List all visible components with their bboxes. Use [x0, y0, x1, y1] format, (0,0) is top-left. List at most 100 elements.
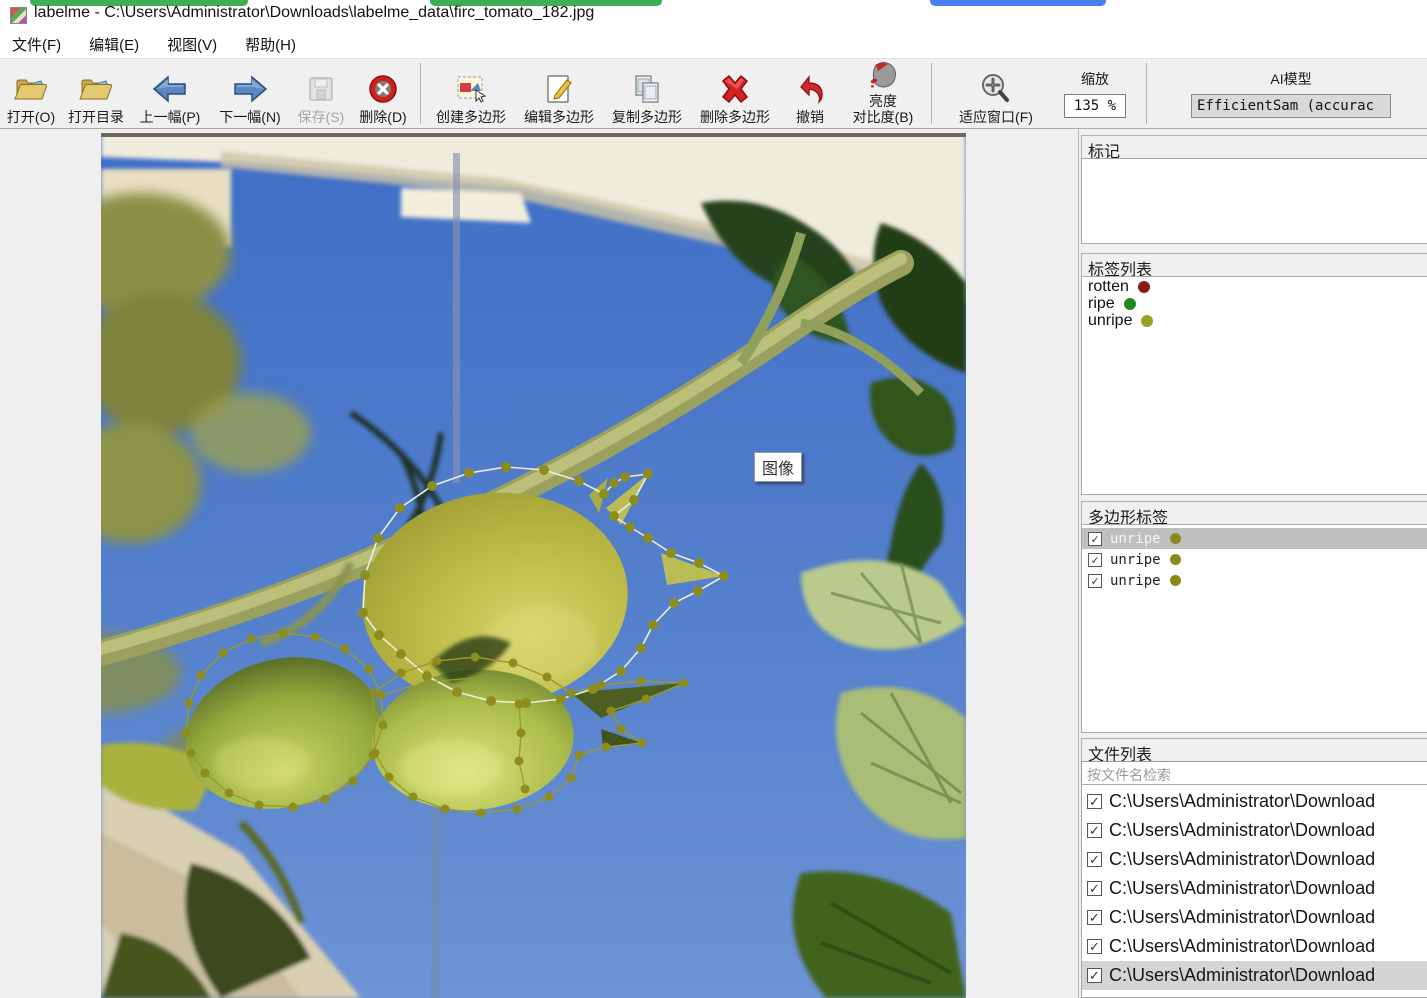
flags-panel-title: 标记 [1081, 135, 1427, 161]
file-path: C:\Users\Administrator\Download [1109, 936, 1376, 956]
zoom-control: 缩放 135 % [1056, 59, 1134, 128]
toolbar-label: 对比度(B) [852, 109, 914, 125]
menu-view[interactable]: 视图(V) [157, 31, 227, 58]
checkbox-checked[interactable]: ✓ [1087, 881, 1102, 896]
open-dir-icon [78, 69, 114, 109]
prev-image-button[interactable]: 上一幅(P) [130, 59, 210, 128]
next-image-button[interactable]: 下一幅(N) [210, 59, 290, 128]
toolbar-separator [420, 63, 421, 124]
undo-button[interactable]: 撤销 [779, 59, 841, 128]
edit-polygon-button[interactable]: 编辑多边形 [515, 59, 603, 128]
menu-edit[interactable]: 编辑(E) [79, 31, 149, 58]
checkbox-checked[interactable]: ✓ [1087, 794, 1102, 809]
toolbar-label: 删除多边形 [700, 109, 770, 125]
label-list[interactable]: rotten ripe unripe [1081, 276, 1427, 495]
flags-list[interactable] [1081, 158, 1427, 244]
zoom-label: 缩放 [1081, 71, 1109, 87]
delete-file-button[interactable]: 删除(D) [352, 59, 414, 128]
menu-file[interactable]: 文件(F) [2, 31, 71, 58]
polygon-color-dot [1169, 575, 1181, 586]
file-list-panel-title: 文件列表 [1081, 738, 1427, 764]
brightness-contrast-button[interactable]: 亮度 对比度(B) [841, 59, 925, 128]
polygon-label-row[interactable]: ✓ unripe [1082, 528, 1427, 549]
file-row[interactable]: ✓ C:\Users\Administrator\Download [1082, 903, 1427, 932]
label-item-unripe[interactable]: unripe [1082, 312, 1427, 329]
screen-artifact-blue [930, 0, 1106, 6]
toolbar-separator [1146, 63, 1147, 124]
toolbar-label: 创建多边形 [436, 109, 506, 125]
toolbar-label: 撤销 [796, 109, 824, 125]
open-dir-button[interactable]: 打开目录 [62, 59, 130, 128]
checkbox-checked[interactable]: ✓ [1087, 968, 1102, 983]
polygon-color-dot [1169, 554, 1181, 565]
file-list[interactable]: ✓ C:\Users\Administrator\Download ✓ C:\U… [1081, 784, 1427, 998]
polygon-labels-panel-title: 多边形标签 [1081, 501, 1427, 527]
polygon-label-text: unripe [1110, 551, 1161, 568]
checkbox-checked[interactable]: ✓ [1087, 852, 1102, 867]
label-name: unripe [1088, 311, 1133, 329]
checkbox-checked[interactable]: ✓ [1088, 552, 1102, 567]
delete-polygon-button[interactable]: 删除多边形 [691, 59, 779, 128]
file-search-input[interactable]: 按文件名检索 [1081, 761, 1427, 784]
file-row[interactable]: ✓ C:\Users\Administrator\Download [1082, 787, 1427, 816]
file-row[interactable]: ✓ C:\Users\Administrator\Download [1082, 816, 1427, 845]
checkbox-checked[interactable]: ✓ [1087, 823, 1102, 838]
checkbox-checked[interactable]: ✓ [1088, 573, 1102, 588]
toolbar-label: 打开目录 [68, 109, 124, 125]
toolbar: 打开(O) 打开目录 上一幅(P) 下一幅(N) 保存(S) 删除(D) 创建多… [0, 58, 1427, 129]
label-color-dot [1123, 297, 1136, 310]
checkbox-checked[interactable]: ✓ [1088, 531, 1102, 546]
checkbox-checked[interactable]: ✓ [1087, 910, 1102, 925]
file-path: C:\Users\Administrator\Download [1109, 907, 1376, 927]
undo-icon [793, 69, 827, 109]
polygon-label-row[interactable]: ✓ unripe [1082, 570, 1427, 591]
file-row[interactable]: ✓ C:\Users\Administrator\Download [1082, 845, 1427, 874]
toolbar-label: 适应窗口(F) [959, 109, 1033, 125]
canvas-area: 图像 [0, 129, 1078, 998]
save-button[interactable]: 保存(S) [290, 59, 352, 128]
polygon-color-dot [1169, 533, 1181, 544]
duplicate-polygon-button[interactable]: 复制多边形 [603, 59, 691, 128]
delete-icon [367, 69, 399, 109]
file-row[interactable]: ✓ C:\Users\Administrator\Download [1082, 932, 1427, 961]
fit-window-button[interactable]: 适应窗口(F) [946, 59, 1046, 128]
duplicate-polygon-icon [631, 69, 663, 109]
annotation-canvas[interactable]: 图像 [21, 133, 966, 998]
toolbar-label: 上一幅(P) [139, 109, 201, 125]
save-icon [306, 69, 336, 109]
menu-bar: 文件(F) 编辑(E) 视图(V) 帮助(H) [0, 30, 1427, 58]
create-polygon-button[interactable]: 创建多边形 [427, 59, 515, 128]
label-item-ripe[interactable]: ripe [1082, 295, 1427, 312]
prev-arrow-icon [151, 69, 189, 109]
file-path: C:\Users\Administrator\Download [1109, 791, 1376, 811]
file-row[interactable]: ✓ C:\Users\Administrator\Download [1082, 874, 1427, 903]
polygon-label-list[interactable]: ✓ unripe ✓ unripe ✓ unripe [1081, 524, 1427, 733]
cursor-tooltip: 图像 [754, 452, 803, 482]
support-pole [453, 153, 460, 483]
file-path: C:\Users\Administrator\Download [1109, 849, 1376, 869]
label-name: rotten [1088, 277, 1129, 295]
toolbar-label: 复制多边形 [612, 109, 682, 125]
ai-model-control: AI模型 EfficientSam (accurac [1183, 59, 1399, 128]
window-title: labelme - C:\Users\Administrator\Downloa… [34, 4, 595, 21]
polygon-label-text: unripe [1110, 530, 1161, 547]
polygon-label-text: unripe [1110, 572, 1161, 589]
toolbar-label: 亮度 [869, 93, 897, 109]
fit-window-icon [979, 69, 1013, 109]
menu-help[interactable]: 帮助(H) [235, 31, 306, 58]
brightness-contrast-icon [866, 59, 900, 93]
ai-model-combobox[interactable]: EfficientSam (accurac [1191, 94, 1391, 118]
checkbox-checked[interactable]: ✓ [1087, 939, 1102, 954]
toolbar-label: 保存(S) [297, 109, 345, 125]
polygon-label-row[interactable]: ✓ unripe [1082, 549, 1427, 570]
label-item-rotten[interactable]: rotten [1082, 278, 1427, 295]
next-arrow-icon [231, 69, 269, 109]
file-path: C:\Users\Administrator\Download [1109, 820, 1376, 840]
zoom-spinbox[interactable]: 135 % [1064, 94, 1126, 118]
right-dock: 标记 标签列表 rotten ripe unripe 多边形标签 ✓ unrip… [1078, 129, 1427, 998]
file-path: C:\Users\Administrator\Download [1109, 878, 1376, 898]
photo-scene [21, 133, 966, 998]
ai-model-label: AI模型 [1270, 71, 1312, 87]
open-button[interactable]: 打开(O) [0, 59, 62, 128]
file-row-selected[interactable]: ✓ C:\Users\Administrator\Download [1082, 961, 1427, 990]
